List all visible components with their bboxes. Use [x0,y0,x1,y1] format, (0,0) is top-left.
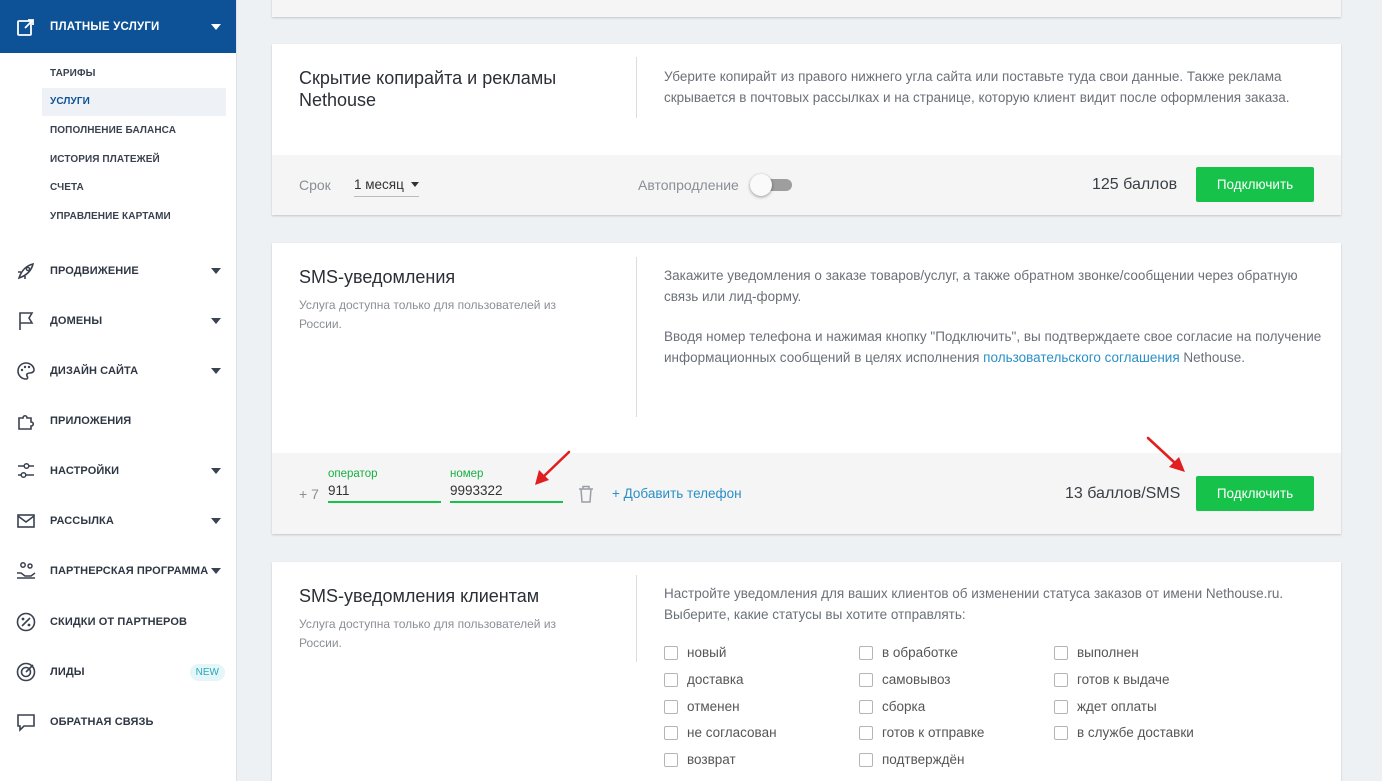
autorenew-label: Автопродление [638,177,739,193]
status-checkbox-return[interactable]: возврат [664,752,736,767]
sidebar-item-label: ЛИДЫ [50,666,85,678]
puzzle-icon [14,409,38,433]
sidebar-section-label: ПЛАТНЫЕ УСЛУГИ [50,20,160,33]
status-checkbox-awaiting-payment[interactable]: ждет оплаты [1054,699,1157,714]
box-icon [16,16,38,38]
card-title: SMS-уведомления клиентам [299,586,540,606]
sidebar-item-settings[interactable]: НАСТРОЙКИ [0,451,236,491]
card-note: Услуга доступна только для пользователей… [299,617,557,650]
divider [636,57,637,118]
sidebar-subitem-cards[interactable]: УПРАВЛЕНИЕ КАРТАМИ [42,203,226,231]
status-checkbox-processing[interactable]: в обработке [859,645,958,660]
phone-prefix: + 7 [299,486,319,502]
status-checkbox-in-delivery-service[interactable]: в службе доставки [1054,725,1194,740]
chevron-down-icon [211,518,221,524]
sidebar-subitem-payment-history[interactable]: ИСТОРИЯ ПЛАТЕЖЕЙ [42,146,226,174]
sidebar-item-label: РАССЫЛКА [50,515,114,527]
sidebar-item-label: ДОМЕНЫ [50,315,103,327]
sidebar-subitem-services[interactable]: УСЛУГИ [42,88,226,116]
annotation-arrow-icon [535,450,571,485]
status-checkbox-not-agreed[interactable]: не согласован [664,725,777,740]
chevron-down-icon [211,568,221,574]
chevron-down-icon [211,368,221,374]
sidebar-item-partner-discounts[interactable]: СКИДКИ ОТ ПАРТНЕРОВ [0,602,236,642]
consent-text: Вводя номер телефона и нажимая кнопку "П… [664,329,1322,365]
status-checkbox-cancelled[interactable]: отменен [664,699,740,714]
operator-label: оператор [328,468,378,480]
chevron-down-icon [410,182,419,187]
card-footer: Срок 1 месяц Автопродление 125 баллов По… [272,155,1341,215]
sidebar-item-domains[interactable]: ДОМЕНЫ [0,301,236,341]
sidebar-item-mailing[interactable]: РАССЫЛКА [0,501,236,541]
user-agreement-link[interactable]: пользовательского соглашения [983,350,1179,365]
sidebar-item-partner-program[interactable]: ПАРТНЕРСКАЯ ПРОГРАММА [0,551,236,591]
sidebar-item-leads[interactable]: ЛИДЫ NEW [0,652,236,692]
sidebar-section-paid-services[interactable]: ПЛАТНЫЕ УСЛУГИ [0,0,236,53]
term-label: Срок [299,177,331,193]
price: 125 баллов [1092,176,1178,193]
sidebar-item-label: ОБРАТНАЯ СВЯЗЬ [50,716,154,728]
sliders-icon [14,459,38,483]
partners-icon [14,559,38,583]
sidebar-item-promotion[interactable]: ПРОДВИЖЕНИЕ [0,251,236,291]
add-phone-link[interactable]: + Добавить телефон [612,486,742,501]
sidebar-item-label: ПРИЛОЖЕНИЯ [50,415,132,427]
status-checkbox-assembly[interactable]: сборка [859,699,925,714]
percent-icon [14,610,38,634]
flag-icon [14,309,38,333]
card-title: SMS-уведомления [299,267,456,287]
chevron-down-icon [211,318,221,324]
status-checkbox-new[interactable]: новый [664,645,726,660]
price: 13 баллов/SMS [1065,485,1181,502]
card-description: Настройте уведомления для ваших клиентов… [664,586,1284,622]
card-description: Уберите копирайт из правого нижнего угла… [664,69,1290,105]
chevron-down-icon [211,468,221,474]
sidebar-item-label: ПРОДВИЖЕНИЕ [50,265,139,277]
new-badge: NEW [189,663,225,681]
trash-icon[interactable] [577,484,595,509]
status-checkbox-ready[interactable]: готов к выдаче [1054,672,1169,687]
palette-icon [14,359,38,383]
rocket-icon [14,259,38,283]
service-card-copyright: Скрытие копирайта и рекламы Nethouse Убе… [272,44,1341,215]
autorenew-toggle[interactable] [750,174,794,196]
connect-button[interactable]: Подключить [1196,476,1314,511]
service-card-previous [272,0,1341,17]
sidebar: ПЛАТНЫЕ УСЛУГИ ТАРИФЫ УСЛУГИ ПОПОЛНЕНИЕ … [0,0,237,781]
service-card-sms: SMS-уведомления Услуга доступна только д… [272,243,1341,534]
operator-field[interactable]: оператор 911 [328,468,441,503]
sidebar-item-design[interactable]: ДИЗАЙН САЙТА [0,351,236,391]
connect-button[interactable]: Подключить [1196,167,1314,202]
card-note: Услуга доступна только для пользователей… [299,298,557,331]
sidebar-item-label: СКИДКИ ОТ ПАРТНЕРОВ [50,616,188,628]
card-title: Скрытие копирайта и рекламы Nethouse [299,68,557,110]
sidebar-item-label: ДИЗАЙН САЙТА [50,365,139,377]
operator-input[interactable]: 911 [328,483,441,503]
chevron-down-icon [211,268,221,274]
target-icon [14,660,38,684]
sidebar-item-feedback[interactable]: ОБРАТНАЯ СВЯЗЬ [0,702,236,742]
envelope-icon [14,509,38,533]
sidebar-subitem-invoices[interactable]: СЧЕТА [42,174,226,202]
sidebar-item-label: ПАРТНЕРСКАЯ ПРОГРАММА [50,565,209,577]
card-description: Закажите уведомления о заказе товаров/ус… [664,268,1298,304]
status-checkbox-pickup[interactable]: самовывоз [859,672,951,687]
sidebar-item-apps[interactable]: ПРИЛОЖЕНИЯ [0,401,236,441]
divider [636,257,637,417]
chevron-down-icon [211,23,221,30]
status-checkbox-ready-to-ship[interactable]: готов к отправке [859,725,984,740]
divider [636,575,637,662]
sidebar-subitem-tariffs[interactable]: ТАРИФЫ [42,60,226,88]
term-select[interactable]: 1 месяц [354,177,419,197]
sidebar-subitem-balance[interactable]: ПОПОЛНЕНИЕ БАЛАНСА [42,117,226,145]
term-select-value: 1 месяц [354,177,404,192]
service-card-sms-clients: SMS-уведомления клиентам Услуга доступна… [272,562,1341,781]
chat-icon [14,710,38,734]
status-checkbox-confirmed[interactable]: подтверждён [859,752,965,767]
annotation-arrow-icon [1146,436,1185,472]
status-checkbox-delivery[interactable]: доставка [664,672,744,687]
status-checkbox-done[interactable]: выполнен [1054,645,1139,660]
sidebar-item-label: НАСТРОЙКИ [50,465,120,477]
